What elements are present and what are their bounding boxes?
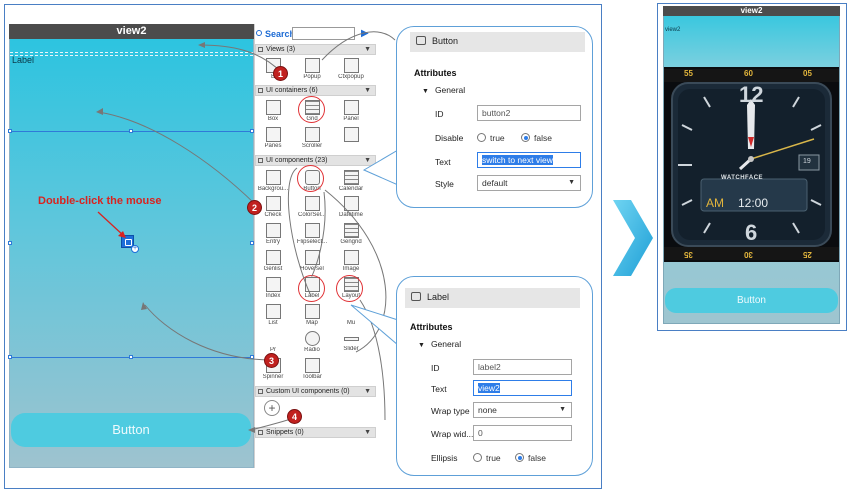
watch-numeral-6: 6	[745, 220, 758, 245]
watch-bottom-30: 30	[744, 250, 753, 259]
label-ellipsis-false-radio[interactable]: false	[515, 453, 546, 463]
watch-date: 19	[803, 158, 811, 165]
button-panel-attributes-title: Attributes	[414, 68, 457, 78]
button-panel-general-group[interactable]: ▼ General	[422, 85, 465, 95]
watch-bottom-25: 25	[803, 250, 812, 259]
connector-step1	[199, 44, 283, 74]
step-marker-1: 1	[273, 66, 288, 81]
button-style-select[interactable]: default ▼	[477, 175, 581, 191]
connector-step3	[144, 304, 273, 361]
watch-digital-time: 12:00	[738, 196, 769, 210]
label-id-field[interactable]: label2	[473, 359, 572, 375]
label-type-icon	[411, 292, 421, 301]
label-panel-general-group[interactable]: ▼ General	[418, 339, 461, 349]
watch-ampm: AM	[706, 196, 724, 210]
preview-view-title: view2	[663, 6, 840, 16]
watch-top-60: 60	[744, 69, 753, 78]
button-id-field[interactable]: button2	[477, 105, 581, 121]
watch-brand: WATCHFACE	[721, 175, 764, 181]
chevron-down-icon: ▼	[568, 179, 575, 186]
button-text-field[interactable]: switch to next view	[477, 152, 581, 168]
label-wrap-width-label: Wrap wid...	[431, 429, 474, 439]
label-text-label: Text	[431, 384, 447, 394]
label-text-field[interactable]: view2	[473, 380, 572, 396]
button-disable-label: Disable	[435, 133, 464, 143]
button-panel-header: Button	[410, 32, 585, 52]
step-marker-2: 2	[247, 200, 262, 215]
step-marker-3: 3	[264, 353, 279, 368]
label-id-label: ID	[431, 363, 440, 373]
connector-step2	[97, 111, 257, 206]
button-id-label: ID	[435, 109, 444, 119]
label-ellipsis-true-radio[interactable]: true	[473, 453, 501, 463]
label-wrap-type-label: Wrap type	[431, 406, 470, 416]
result-arrow-icon	[613, 200, 653, 276]
button-disable-false-radio[interactable]: false	[521, 133, 552, 143]
label-panel-header: Label	[405, 288, 580, 308]
preview-button[interactable]: Button	[665, 288, 838, 313]
button-style-label: Style	[435, 179, 454, 189]
button-text-label: Text	[435, 157, 451, 167]
watch-bottom-35: 35	[684, 250, 693, 259]
chevron-down-icon: ▼	[559, 406, 566, 413]
preview-label: view2	[665, 27, 681, 33]
label-panel-attributes-title: Attributes	[410, 322, 453, 332]
watch-top-05: 05	[803, 69, 812, 78]
step-marker-4: 4	[287, 409, 302, 424]
triangle-down-icon: ▼	[422, 88, 429, 95]
label-wrap-width-field[interactable]: 0	[473, 425, 572, 441]
triangle-down-icon: ▼	[418, 342, 425, 349]
label-wrap-type-select[interactable]: none ▼	[473, 402, 572, 418]
label-ellipsis-label: Ellipsis	[431, 453, 458, 463]
watch-numeral-12: 12	[739, 82, 764, 107]
button-disable-true-radio[interactable]: true	[477, 133, 505, 143]
watch-top-55: 55	[684, 69, 693, 78]
button-type-icon	[416, 36, 426, 45]
